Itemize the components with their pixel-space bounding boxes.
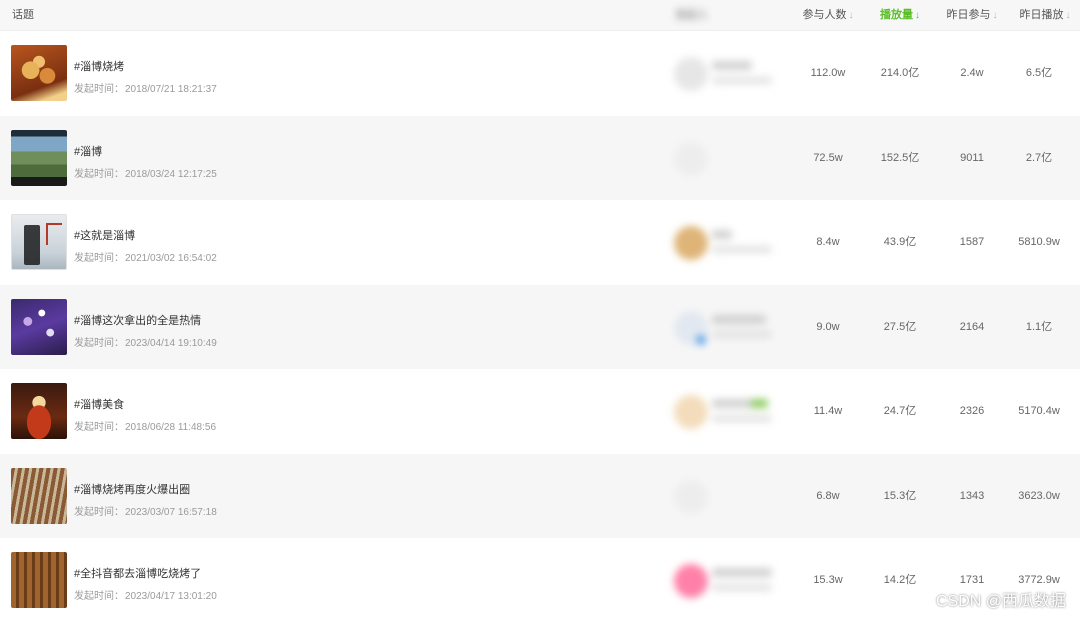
creator-name-placeholder [712, 61, 752, 70]
date-label: 发起时间： [74, 337, 124, 349]
topic-thumbnail[interactable] [11, 552, 67, 608]
date-value: 2021/03/02 16:54:02 [125, 253, 217, 264]
topic-date: 发起时间：2018/03/24 12:17:25 [74, 165, 217, 180]
date-label: 发起时间： [74, 506, 124, 518]
date-label: 发起时间： [74, 422, 124, 433]
topic-title[interactable]: #淄博美食 [74, 396, 124, 412]
avatar [674, 479, 708, 514]
red-seal-icon [46, 223, 62, 245]
table-row[interactable]: #全抖音都去淄博吃烧烤了 发起时间：2023/04/17 13:01:20 15… [0, 538, 1080, 618]
creator-meta-placeholder [712, 415, 772, 422]
date-label: 发起时间： [74, 253, 124, 264]
topic-title[interactable]: #淄博这次拿出的全是热情 [74, 312, 201, 328]
yesterday-plays-cell: 2.7亿 [1025, 151, 1053, 164]
watermark: CSDN @西瓜数据 [935, 593, 1066, 610]
topic-thumbnail[interactable] [11, 383, 67, 439]
topic-table: #淄博烧烤 发起时间：2018/07/21 18:21:37 112.0w 21… [0, 31, 1080, 618]
calligraphy-glyph-icon [24, 225, 40, 265]
column-header-yesterday-plays[interactable]: 昨日播放 ↓ [1000, 0, 1080, 30]
date-value: 2023/04/17 13:01:20 [125, 591, 217, 602]
creator-meta-placeholder [712, 77, 772, 84]
sort-arrow-icon: ↓ [848, 10, 854, 21]
avatar [674, 57, 708, 91]
date-value: 2018/03/24 12:17:25 [125, 168, 217, 180]
topic-date: 发起时间：2023/04/14 19:10:49 [74, 334, 217, 349]
creator-meta-placeholder [712, 584, 772, 591]
topic-date: 发起时间：2023/04/17 13:01:20 [74, 587, 217, 602]
yesterday-plays-cell: 5170.4w [1018, 405, 1060, 417]
avatar [674, 226, 708, 260]
date-value: 2023/04/14 19:10:49 [125, 337, 217, 349]
date-value: 2018/07/21 18:21:37 [125, 84, 217, 95]
topic-thumbnail[interactable] [11, 298, 67, 355]
column-header-participants-label: 参与人数 [802, 9, 847, 21]
date-label: 发起时间： [74, 168, 124, 180]
yesterday-plays-cell: 6.5亿 [1025, 67, 1053, 79]
table-header: 话题 发起人 参与人数 ↓ 播放量 ↓ 昨日参与 ↓ 昨日播放 ↓ [0, 0, 1080, 31]
date-value: 2018/06/28 11:48:56 [125, 422, 217, 433]
creator-name-placeholder [712, 568, 772, 577]
creator-info-blurred[interactable] [672, 220, 784, 264]
topic-date: 发起时间：2018/06/28 11:48:56 [74, 418, 216, 433]
sort-arrow-icon: ↓ [1065, 10, 1071, 21]
verified-badge-icon [696, 334, 706, 345]
topic-title[interactable]: #淄博烧烤再度火爆出圈 [74, 481, 190, 497]
topic-thumbnail[interactable] [11, 214, 67, 270]
topic-date: 发起时间：2023/03/07 16:57:18 [74, 503, 217, 518]
sort-arrow-icon: ↓ [992, 10, 998, 21]
creator-info-blurred[interactable] [672, 474, 784, 518]
date-label: 发起时间： [74, 591, 124, 602]
topic-date: 发起时间：2021/03/02 16:54:02 [74, 249, 217, 264]
column-header-yesterday-participants-label: 昨日参与 [946, 9, 991, 21]
column-header-topic: 话题 [12, 9, 34, 21]
date-value: 2023/03/07 16:57:18 [125, 506, 217, 518]
creator-name-placeholder [712, 230, 732, 239]
table-row[interactable]: #淄博烧烤 发起时间：2018/07/21 18:21:37 112.0w 21… [0, 31, 1080, 116]
topic-title[interactable]: #淄博烧烤 [74, 58, 124, 74]
column-header-creator: 发起人 [675, 9, 708, 21]
creator-info-blurred[interactable] [672, 305, 784, 349]
table-row[interactable]: #淄博美食 发起时间：2018/06/28 11:48:56 11.4w 24.… [0, 369, 1080, 454]
topic-title[interactable]: #淄博 [74, 143, 102, 159]
topic-date: 发起时间：2018/07/21 18:21:37 [74, 80, 217, 95]
table-row[interactable]: #淄博这次拿出的全是热情 发起时间：2023/04/14 19:10:49 9.… [0, 284, 1080, 369]
table-row[interactable]: #淄博 发起时间：2018/03/24 12:17:25 72.5w 152.5… [0, 115, 1080, 200]
avatar [674, 395, 708, 429]
avatar [674, 141, 708, 176]
yesterday-plays-cell: 1.1亿 [1025, 320, 1053, 333]
creator-info-blurred[interactable] [672, 51, 784, 95]
topic-thumbnail[interactable] [11, 45, 67, 101]
creator-meta-placeholder [712, 330, 772, 338]
topic-title[interactable]: #全抖音都去淄博吃烧烤了 [74, 565, 201, 581]
date-label: 发起时间： [74, 84, 124, 95]
creator-info-blurred[interactable] [672, 136, 784, 180]
topic-thumbnail[interactable] [11, 467, 67, 524]
table-row[interactable]: #这就是淄博 发起时间：2021/03/02 16:54:02 8.4w 43.… [0, 200, 1080, 285]
column-header-yesterday-plays-label: 昨日播放 [1019, 9, 1064, 21]
avatar [674, 564, 708, 598]
creator-name-placeholder [712, 314, 766, 324]
topic-thumbnail[interactable] [11, 129, 67, 186]
creator-info-blurred[interactable] [672, 389, 784, 433]
creator-info-blurred[interactable] [672, 558, 784, 602]
sort-arrow-icon: ↓ [915, 10, 920, 21]
topic-title[interactable]: #这就是淄博 [74, 227, 135, 243]
column-header-plays-label: 播放量 [880, 9, 913, 21]
table-row[interactable]: #淄博烧烤再度火爆出圈 发起时间：2023/03/07 16:57:18 6.8… [0, 453, 1080, 538]
yesterday-plays-cell: 5810.9w [1018, 236, 1060, 248]
creator-meta-placeholder [712, 246, 772, 253]
yesterday-plays-cell: 3623.0w [1018, 489, 1060, 502]
creator-name-placeholder [712, 399, 768, 408]
